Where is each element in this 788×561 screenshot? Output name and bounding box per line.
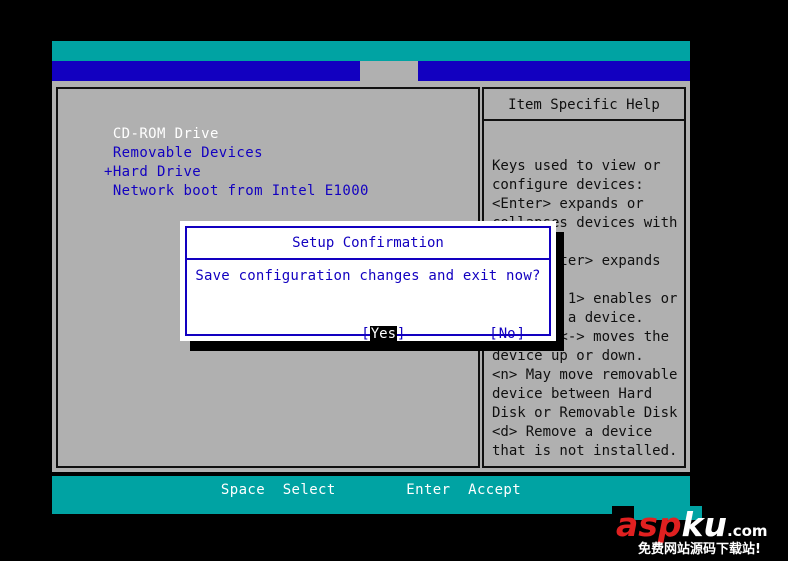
key-help-text: Space Select Enter Accept bbox=[220, 482, 522, 498]
watermark-asp: asp bbox=[616, 506, 682, 544]
no-close-bracket: ] bbox=[516, 326, 526, 342]
help-line: configure devices: bbox=[492, 177, 644, 193]
watermark-tagline: 免费网站源码下载站! bbox=[638, 542, 761, 557]
tab-security[interactable]: Security bbox=[262, 61, 387, 99]
help-line: that is not installed. bbox=[492, 443, 678, 459]
boot-device-item[interactable]: CD-ROM Drive bbox=[104, 125, 369, 144]
boot-device-item[interactable]: +Hard Drive bbox=[104, 163, 369, 182]
dialog-inner-frame: Setup Confirmation Save configuration ch… bbox=[185, 226, 551, 342]
no-button[interactable]: [No] bbox=[405, 304, 525, 364]
dialog-button-row: [Yes] [No] bbox=[187, 304, 549, 342]
dialog-title: Setup Confirmation bbox=[187, 228, 549, 260]
yes-button-label: Yes bbox=[369, 326, 398, 342]
no-button-label: No bbox=[498, 326, 516, 342]
boot-device-item[interactable]: Network boot from Intel E1000 bbox=[104, 182, 369, 201]
help-line: <d> Remove a device bbox=[492, 424, 653, 440]
tab-boot[interactable]: Boot bbox=[360, 61, 449, 99]
help-line: device between Hard bbox=[492, 386, 653, 402]
help-line: <Enter> expands or bbox=[492, 196, 644, 212]
setup-confirmation-dialog: Setup Confirmation Save configuration ch… bbox=[180, 221, 556, 342]
window-title-bar: PhoenixBIOS Setup Utility bbox=[52, 41, 690, 79]
help-line: Keys used to view or bbox=[492, 158, 661, 174]
watermark-brand: aspku.com bbox=[616, 508, 788, 542]
watermark-ku: ku bbox=[681, 506, 727, 544]
watermark-com: .com bbox=[727, 522, 768, 540]
help-panel-title: Item Specific Help bbox=[484, 89, 684, 121]
help-line: Disk or Removable Disk bbox=[492, 405, 678, 421]
tab-advanced[interactable]: Advanced bbox=[162, 61, 287, 99]
tab-exit[interactable]: Exit bbox=[430, 61, 519, 99]
dialog-message: Save configuration changes and exit now? bbox=[195, 268, 541, 284]
yes-open-bracket: [ bbox=[361, 326, 370, 342]
key-help-bar: Space Select Enter Accept bbox=[52, 476, 690, 514]
menu-bar: Main Advanced Security Boot Exit bbox=[52, 61, 690, 99]
tab-main[interactable]: Main bbox=[72, 61, 161, 99]
no-open-bracket: [ bbox=[489, 326, 498, 342]
boot-device-list[interactable]: CD-ROM Drive Removable Devices +Hard Driv… bbox=[104, 125, 369, 201]
boot-device-item[interactable]: Removable Devices bbox=[104, 144, 369, 163]
bios-screen: PhoenixBIOS Setup Utility Main Advanced … bbox=[0, 0, 788, 561]
help-line: <n> May move removable bbox=[492, 367, 678, 383]
yes-button[interactable]: [Yes] bbox=[277, 304, 405, 364]
watermark-logo: aspku.com 免费网站源码下载站! bbox=[612, 506, 788, 561]
